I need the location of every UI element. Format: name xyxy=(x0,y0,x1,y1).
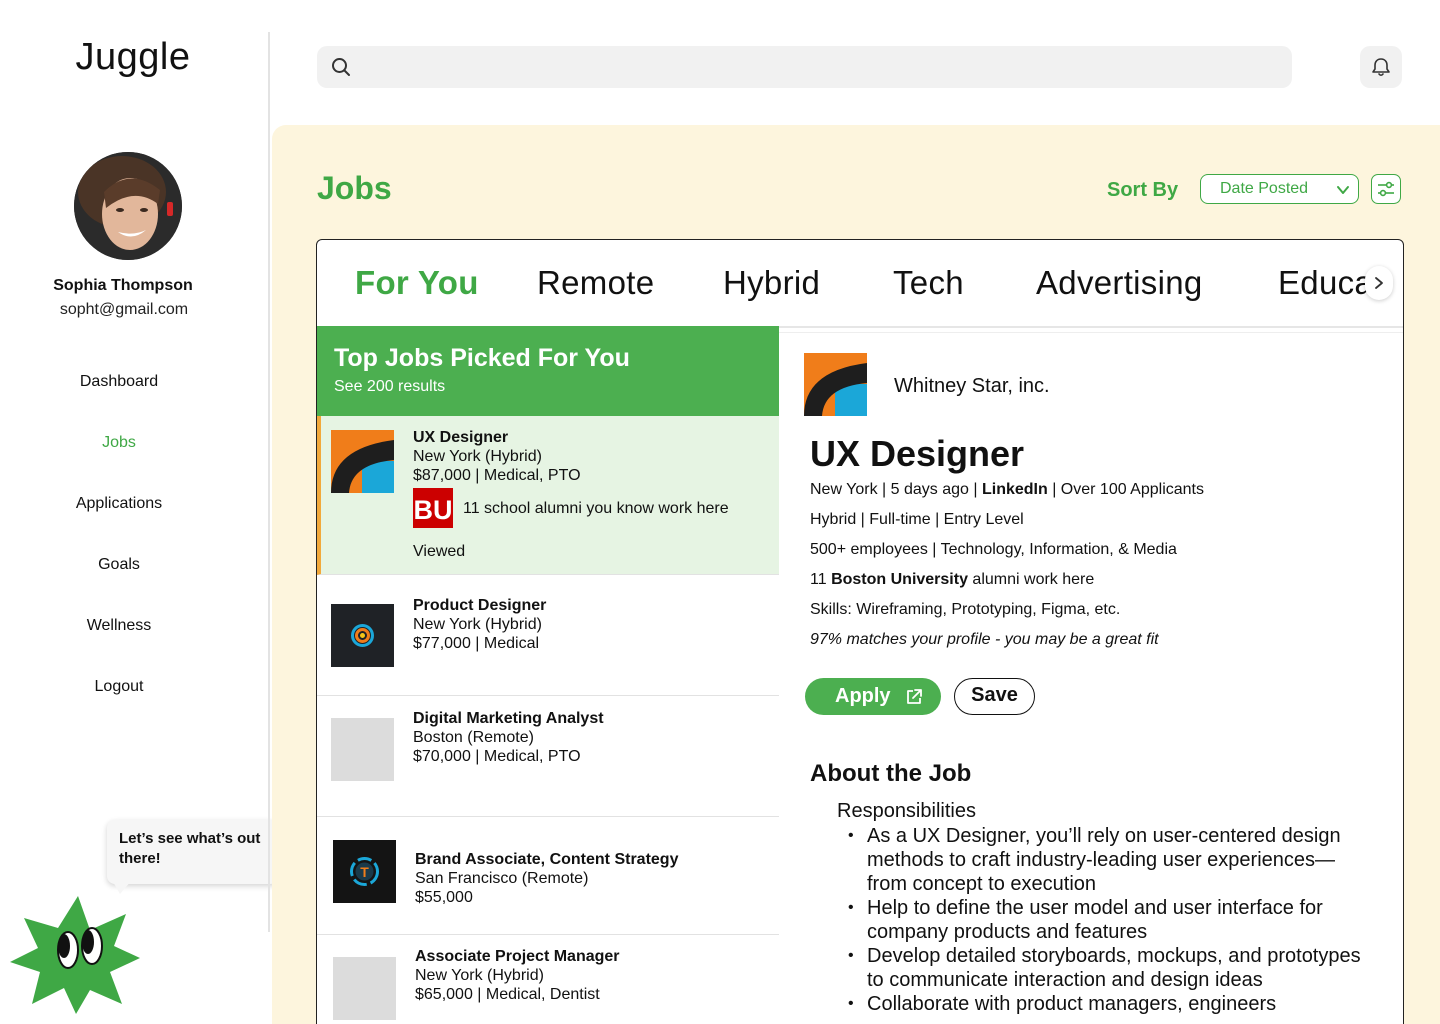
user-name: Sophia Thompson xyxy=(53,277,193,294)
sort-select[interactable]: Date Posted xyxy=(1200,174,1359,204)
bell-icon xyxy=(1372,58,1390,77)
notifications-button[interactable] xyxy=(1360,46,1402,88)
job-title: Digital Marketing Analyst xyxy=(413,710,604,727)
job-type-line: Hybrid | Full-time | Entry Level xyxy=(810,511,1024,528)
job-title: Brand Associate, Content Strategy xyxy=(415,851,679,868)
job-meta-line: New York | 5 days ago | LinkedIn | Over … xyxy=(810,481,1204,498)
external-link-icon xyxy=(907,689,922,704)
list-item: Develop detailed storyboards, mockups, a… xyxy=(848,944,1367,992)
school-name: Boston University xyxy=(831,571,968,588)
filter-button[interactable] xyxy=(1371,174,1401,204)
company-name[interactable]: Whitney Star, inc. xyxy=(894,375,1050,398)
sidebar-nav: Dashboard Jobs Applications Goals Wellne… xyxy=(0,372,238,738)
app-logo[interactable]: Juggle xyxy=(0,36,266,79)
search-icon xyxy=(332,58,350,76)
tab-remote[interactable]: Remote xyxy=(537,264,654,302)
user-email: sopht@gmail.com xyxy=(59,301,189,318)
alumni-text: 11 school alumni you know work here xyxy=(463,500,729,517)
list-item: Collaborate with product managers, engin… xyxy=(848,992,1367,1016)
sidebar-item-goals[interactable]: Goals xyxy=(0,555,238,616)
see-results-link[interactable]: See 200 results xyxy=(334,378,445,396)
job-location: New York (Hybrid) xyxy=(413,448,542,465)
tab-hybrid[interactable]: Hybrid xyxy=(723,264,820,302)
chevron-down-icon xyxy=(1337,186,1349,194)
job-detail: Whitney Star, inc. UX Designer New York … xyxy=(779,332,1403,1024)
job-location: San Francisco (Remote) xyxy=(415,870,589,887)
job-card[interactable]: T Brand Associate, Content Strategy San … xyxy=(317,817,779,935)
job-pay: $55,000 xyxy=(415,889,473,906)
page-title: Jobs xyxy=(317,170,392,206)
alumni-line: 11 Boston University alumni work here xyxy=(810,571,1095,588)
sidebar-item-wellness[interactable]: Wellness xyxy=(0,616,238,677)
company-logo-placeholder xyxy=(333,957,396,1020)
sidebar: Juggle Sophia Thompson sopht@gmail.com D… xyxy=(0,0,278,1024)
company-logo-placeholder xyxy=(331,718,394,781)
list-item: Help to define the user model and user i… xyxy=(848,896,1367,944)
job-pay: $87,000 | Medical, PTO xyxy=(413,467,581,484)
sort-label: Sort By xyxy=(1107,179,1179,201)
job-detail-title: UX Designer xyxy=(810,433,1025,474)
job-list-header: Top Jobs Picked For You See 200 results xyxy=(317,326,779,416)
sort-select-value: Date Posted xyxy=(1220,180,1309,197)
apply-button-label: Apply xyxy=(835,685,891,707)
job-title: UX Designer xyxy=(413,429,509,446)
category-tabs: For You Remote Hybrid Tech Advertising E… xyxy=(317,240,1403,328)
tab-advertising[interactable]: Advertising xyxy=(1036,264,1203,302)
job-pay: $65,000 | Medical, Dentist xyxy=(415,986,600,1003)
job-location: New York (Hybrid) xyxy=(413,616,542,633)
source-link[interactable]: LinkedIn xyxy=(982,481,1048,498)
job-location: New York (Hybrid) xyxy=(415,967,544,984)
sidebar-item-dashboard[interactable]: Dashboard xyxy=(0,372,238,433)
sidebar-item-applications[interactable]: Applications xyxy=(0,494,238,555)
job-pay: $77,000 | Medical xyxy=(413,635,540,652)
job-title: Associate Project Manager xyxy=(415,948,620,965)
about-job-heading: About the Job xyxy=(810,760,972,787)
job-card[interactable]: Product Designer New York (Hybrid) $77,0… xyxy=(317,575,779,696)
company-logo xyxy=(331,430,394,493)
jobs-panel: For You Remote Hybrid Tech Advertising E… xyxy=(316,239,1404,1024)
sliders-icon xyxy=(1378,181,1394,197)
mascot-icon[interactable] xyxy=(6,892,146,1016)
sidebar-item-logout[interactable]: Logout xyxy=(0,677,238,738)
job-pay: $70,000 | Medical, PTO xyxy=(413,748,581,765)
company-logo xyxy=(804,353,867,416)
sidebar-item-jobs[interactable]: Jobs xyxy=(0,433,238,494)
company-logo: T xyxy=(333,840,396,903)
job-title: Product Designer xyxy=(413,597,547,614)
company-logo xyxy=(331,604,394,667)
job-list: Top Jobs Picked For You See 200 results … xyxy=(317,326,779,1024)
save-button[interactable]: Save xyxy=(954,678,1035,715)
skills-line: Skills: Wireframing, Prototyping, Figma,… xyxy=(810,601,1121,618)
company-info-line: 500+ employees | Technology, Information… xyxy=(810,541,1177,558)
tabs-next-button[interactable] xyxy=(1365,266,1393,300)
list-item: As a UX Designer, you’ll rely on user-ce… xyxy=(848,824,1367,896)
company-logo-letter: T xyxy=(360,864,369,880)
job-card[interactable]: UX Designer New York (Hybrid) $87,000 | … xyxy=(317,416,779,575)
job-card[interactable]: Digital Marketing Analyst Boston (Remote… xyxy=(317,696,779,817)
school-logo-text: BU xyxy=(414,495,453,525)
match-line: 97% matches your profile - you may be a … xyxy=(810,631,1159,648)
main-content: Jobs Sort By Date Posted For You Remote … xyxy=(272,125,1440,1024)
tab-for-you[interactable]: For You xyxy=(355,264,479,302)
job-list-title: Top Jobs Picked For You xyxy=(334,344,630,372)
responsibilities-list: As a UX Designer, you’ll rely on user-ce… xyxy=(848,824,1367,1016)
responsibilities-heading: Responsibilities xyxy=(837,800,976,822)
school-logo: BU xyxy=(413,488,453,528)
job-card[interactable]: Associate Project Manager New York (Hybr… xyxy=(317,935,779,1024)
mascot-speech-bubble: Let’s see what’s out there! xyxy=(107,820,278,884)
avatar[interactable] xyxy=(74,152,182,260)
job-location: Boston (Remote) xyxy=(413,729,534,746)
search-input[interactable] xyxy=(317,46,1292,88)
apply-button[interactable]: Apply xyxy=(805,678,941,715)
sidebar-divider xyxy=(268,32,270,932)
viewed-status: Viewed xyxy=(413,543,466,560)
tab-tech[interactable]: Tech xyxy=(893,264,964,302)
chevron-right-icon xyxy=(1375,277,1383,289)
